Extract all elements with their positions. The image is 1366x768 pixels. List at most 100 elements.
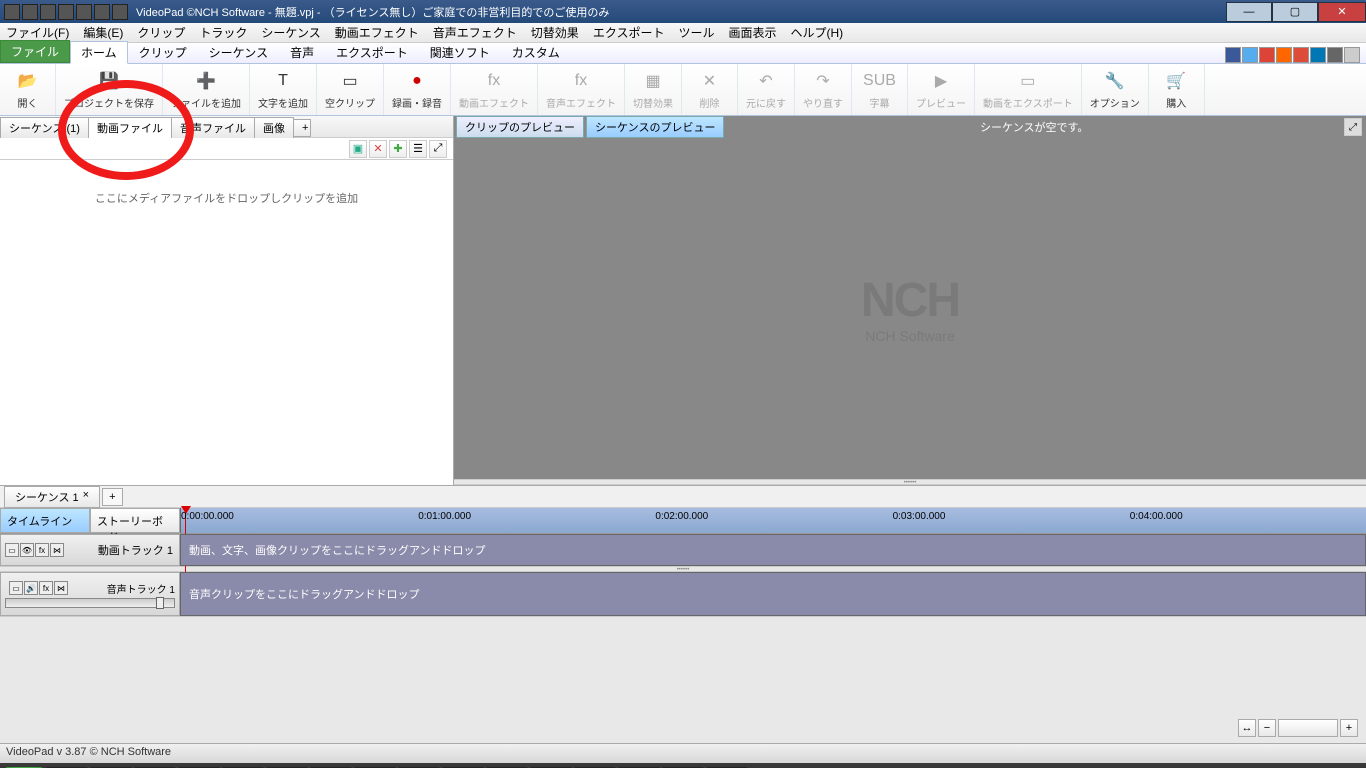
qat-icon[interactable] bbox=[58, 4, 74, 20]
menu-video-effect[interactable]: 動画エフェクト bbox=[335, 24, 419, 41]
timeline-empty-area: ↔ − + bbox=[0, 616, 1366, 743]
track-link-icon[interactable]: ⋈ bbox=[50, 543, 64, 557]
ribbon-btn-4[interactable]: ▭空クリップ bbox=[317, 64, 384, 115]
zoom-out-icon[interactable]: − bbox=[1258, 719, 1276, 737]
bin-drop-area[interactable]: ここにメディアファイルをドロップしクリップを追加 bbox=[0, 160, 453, 485]
sequence-close-icon[interactable]: × bbox=[83, 489, 89, 505]
minimize-button[interactable]: — bbox=[1226, 2, 1272, 22]
track-lock-icon[interactable]: ▭ bbox=[5, 543, 19, 557]
bin-list-icon[interactable]: ☰ bbox=[409, 140, 427, 158]
ribbon-tab-sequence[interactable]: シーケンス bbox=[198, 41, 279, 63]
facebook-icon[interactable] bbox=[1225, 47, 1241, 63]
ribbon-tab-clip[interactable]: クリップ bbox=[128, 41, 198, 63]
qat-icon[interactable] bbox=[22, 4, 38, 20]
track-fx-icon[interactable]: fx bbox=[39, 581, 53, 595]
ribbon-tab-custom[interactable]: カスタム bbox=[501, 41, 571, 63]
audio-track-label: 音声トラック 1 bbox=[107, 581, 175, 596]
track-fx-icon[interactable]: fx bbox=[35, 543, 49, 557]
ribbon-icon: ▭ bbox=[338, 69, 362, 93]
track-speaker-icon[interactable]: 🔊 bbox=[24, 581, 38, 595]
sequence-tab[interactable]: シーケンス 1 × bbox=[4, 486, 100, 508]
menu-view[interactable]: 画面表示 bbox=[728, 24, 776, 41]
ribbon-tab-audio[interactable]: 音声 bbox=[279, 41, 325, 63]
maximize-button[interactable]: ▢ bbox=[1272, 2, 1318, 22]
bin-expand-icon[interactable]: ⤢ bbox=[429, 140, 447, 158]
track-eye-icon[interactable]: 👁 bbox=[20, 543, 34, 557]
ribbon-tab-home[interactable]: ホーム bbox=[70, 41, 128, 64]
preview-tab-clip[interactable]: クリップのプレビュー bbox=[456, 116, 584, 138]
bin-tab-audio[interactable]: 音声ファイル bbox=[171, 117, 255, 139]
gripper-icon[interactable]: •••••• bbox=[454, 479, 1366, 485]
ribbon-btn-3[interactable]: T文字を追加 bbox=[250, 64, 317, 115]
audio-track-body[interactable]: 音声クリップをここにドラッグアンドドロップ bbox=[180, 572, 1366, 616]
bin-new-icon[interactable]: ✚ bbox=[389, 140, 407, 158]
ruler-tick: 0:03:00.000 bbox=[893, 511, 946, 522]
qat-icon[interactable] bbox=[76, 4, 92, 20]
menu-export[interactable]: エクスポート bbox=[593, 24, 665, 41]
bin-delete-icon[interactable]: ✕ bbox=[369, 140, 387, 158]
sequence-tab-label: シーケンス 1 bbox=[15, 489, 79, 505]
gplus-icon[interactable] bbox=[1293, 47, 1309, 63]
ribbon-icon: 💾 bbox=[97, 69, 121, 93]
ribbon-label: 元に戻す bbox=[746, 95, 786, 110]
ribbon-label: プロジェクトを保存 bbox=[64, 95, 154, 110]
bin-tab-add[interactable]: + bbox=[293, 119, 311, 137]
menu-help[interactable]: ヘルプ(H) bbox=[790, 24, 843, 41]
ribbon-btn-13: ▶プレビュー bbox=[908, 64, 975, 115]
ribbon-icon: ▭ bbox=[1016, 69, 1040, 93]
track-link-icon[interactable]: ⋈ bbox=[54, 581, 68, 595]
zoom-fit-icon[interactable]: ↔ bbox=[1238, 719, 1256, 737]
timeline-ruler[interactable]: 0:00:00.0000:01:00.0000:02:00.0000:03:00… bbox=[180, 508, 1366, 533]
tab-timeline[interactable]: タイムライン bbox=[0, 508, 90, 533]
menu-sequence[interactable]: シーケンス bbox=[261, 24, 320, 41]
ribbon-btn-16[interactable]: 🛒購入 bbox=[1149, 64, 1205, 115]
ribbon-btn-11: ↷やり直す bbox=[795, 64, 852, 115]
close-button[interactable]: ✕ bbox=[1318, 2, 1366, 22]
ribbon-btn-5[interactable]: ●録画・録音 bbox=[384, 64, 451, 115]
menu-transition[interactable]: 切替効果 bbox=[531, 24, 579, 41]
slider-thumb-icon[interactable] bbox=[156, 597, 164, 609]
preview-expand-icon[interactable]: ⤢ bbox=[1344, 118, 1362, 136]
video-track-body[interactable]: 動画、文字、画像クリップをここにドラッグアンドドロップ bbox=[180, 534, 1366, 566]
preview-tab-sequence[interactable]: シーケンスのプレビュー bbox=[586, 116, 724, 138]
ribbon-btn-1[interactable]: 💾 プロジェクトを保存 bbox=[56, 64, 163, 115]
linkedin-icon[interactable] bbox=[1310, 47, 1326, 63]
more-icon[interactable] bbox=[1344, 47, 1360, 63]
qat-icon[interactable] bbox=[94, 4, 110, 20]
track-lock-icon[interactable]: ▭ bbox=[9, 581, 23, 595]
timeline-section: シーケンス 1 × + タイムライン ストーリーボード 0:00:00.0000… bbox=[0, 486, 1366, 743]
ribbon-btn-2[interactable]: ➕ファイルを追加 bbox=[163, 64, 250, 115]
menu-file[interactable]: ファイル(F) bbox=[6, 24, 69, 41]
ribbon-tab-related[interactable]: 関連ソフト bbox=[419, 41, 501, 63]
ribbon-label: 録画・録音 bbox=[392, 95, 442, 110]
ribbon-icon: ↷ bbox=[811, 69, 835, 93]
menu-tools[interactable]: ツール bbox=[678, 24, 714, 41]
sequence-add-button[interactable]: + bbox=[102, 488, 122, 506]
qat-icon[interactable] bbox=[40, 4, 56, 20]
workspace: シーケンス (1) 動画ファイル 音声ファイル 画像 + ▣ ✕ ✚ ☰ ⤢ こ… bbox=[0, 116, 1366, 486]
volume-slider[interactable] bbox=[5, 598, 175, 608]
ribbon-label: 字幕 bbox=[870, 95, 890, 110]
bin-tab-image[interactable]: 画像 bbox=[254, 117, 294, 139]
google-icon[interactable] bbox=[1259, 47, 1275, 63]
tab-storyboard[interactable]: ストーリーボード bbox=[90, 508, 180, 533]
menu-track[interactable]: トラック bbox=[199, 24, 247, 41]
zoom-slider[interactable] bbox=[1278, 719, 1338, 737]
ribbon-btn-0[interactable]: 📂開く bbox=[0, 64, 56, 115]
menu-edit[interactable]: 編集(E) bbox=[83, 24, 123, 41]
menu-clip[interactable]: クリップ bbox=[137, 24, 185, 41]
qat-icon[interactable] bbox=[112, 4, 128, 20]
ribbon-btn-15[interactable]: 🔧オプション bbox=[1082, 64, 1149, 115]
twitter-icon[interactable] bbox=[1242, 47, 1258, 63]
bin-tab-sequences[interactable]: シーケンス (1) bbox=[0, 117, 89, 139]
ribbon-icon: 🛒 bbox=[1164, 69, 1188, 93]
share-icon[interactable] bbox=[1327, 47, 1343, 63]
bin-add-icon[interactable]: ▣ bbox=[349, 140, 367, 158]
zoom-in-icon[interactable]: + bbox=[1340, 719, 1358, 737]
ribbon-tab-export[interactable]: エクスポート bbox=[325, 41, 419, 63]
ribbon-tab-file[interactable]: ファイル bbox=[0, 40, 70, 63]
bin-tab-video[interactable]: 動画ファイル bbox=[88, 117, 172, 139]
ruler-tick: 0:04:00.000 bbox=[1130, 511, 1183, 522]
rss-icon[interactable] bbox=[1276, 47, 1292, 63]
menu-audio-effect[interactable]: 音声エフェクト bbox=[433, 24, 517, 41]
